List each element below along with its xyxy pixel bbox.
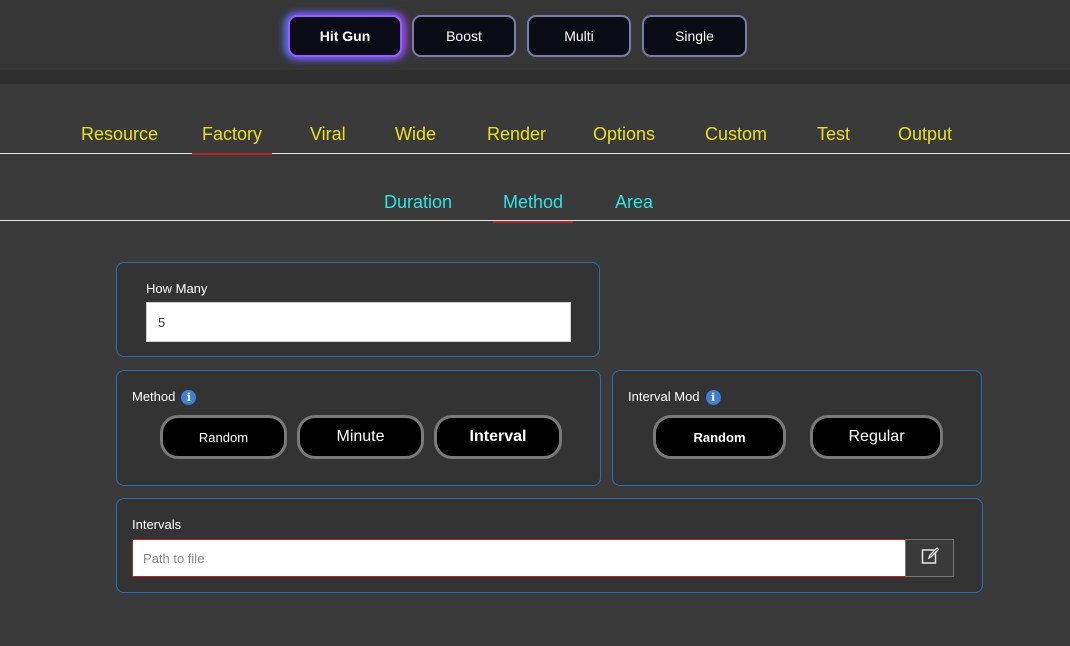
tab-viral[interactable]: Viral bbox=[310, 124, 346, 145]
interval-mod-option-random[interactable]: Random bbox=[653, 415, 786, 459]
tab-test[interactable]: Test bbox=[817, 124, 850, 145]
subtab-method[interactable]: Method bbox=[492, 192, 574, 223]
method-card: Method i Random Minute Interval bbox=[116, 370, 601, 486]
how-many-card: How Many 5 bbox=[116, 262, 600, 357]
tab-options[interactable]: Options bbox=[593, 124, 655, 145]
tab-factory[interactable]: Factory bbox=[191, 124, 273, 155]
intervals-path-input[interactable]: Path to file bbox=[132, 539, 906, 577]
subtab-area[interactable]: Area bbox=[615, 192, 653, 213]
info-icon[interactable]: i bbox=[705, 390, 721, 406]
method-label-text: Method bbox=[132, 389, 176, 404]
mode-button-multi[interactable]: Multi bbox=[527, 15, 631, 57]
intervals-card: Intervals Path to file bbox=[116, 498, 983, 593]
tab-custom[interactable]: Custom bbox=[705, 124, 767, 145]
edit-file-button[interactable] bbox=[905, 539, 954, 577]
method-option-interval[interactable]: Interval bbox=[434, 415, 562, 459]
method-option-minute[interactable]: Minute bbox=[297, 415, 424, 459]
how-many-label: How Many bbox=[146, 281, 208, 296]
method-label: Method i bbox=[132, 389, 197, 406]
tab-render[interactable]: Render bbox=[487, 124, 546, 145]
how-many-input[interactable]: 5 bbox=[146, 302, 571, 342]
interval-mod-card: Interval Mod i Random Regular bbox=[612, 370, 982, 486]
toolbar-divider bbox=[0, 70, 1070, 84]
info-icon[interactable]: i bbox=[181, 390, 197, 406]
method-option-random[interactable]: Random bbox=[160, 415, 287, 459]
tab-resource[interactable]: Resource bbox=[81, 124, 158, 145]
edit-icon bbox=[921, 546, 939, 570]
tab-wide[interactable]: Wide bbox=[395, 124, 436, 145]
interval-mod-label: Interval Mod i bbox=[628, 389, 721, 406]
interval-mod-label-text: Interval Mod bbox=[628, 389, 700, 404]
tab-output[interactable]: Output bbox=[898, 124, 952, 145]
intervals-label: Intervals bbox=[132, 517, 182, 532]
subtab-duration[interactable]: Duration bbox=[384, 192, 452, 213]
sub-tab-bar: Duration Method Area bbox=[0, 180, 1070, 223]
main-tab-bar: Resource Factory Viral Wide Render Optio… bbox=[0, 112, 1070, 155]
interval-mod-option-regular[interactable]: Regular bbox=[810, 415, 943, 459]
mode-button-single[interactable]: Single bbox=[642, 15, 747, 57]
mode-button-boost[interactable]: Boost bbox=[412, 15, 516, 57]
mode-button-hit-gun[interactable]: Hit Gun bbox=[288, 15, 402, 57]
